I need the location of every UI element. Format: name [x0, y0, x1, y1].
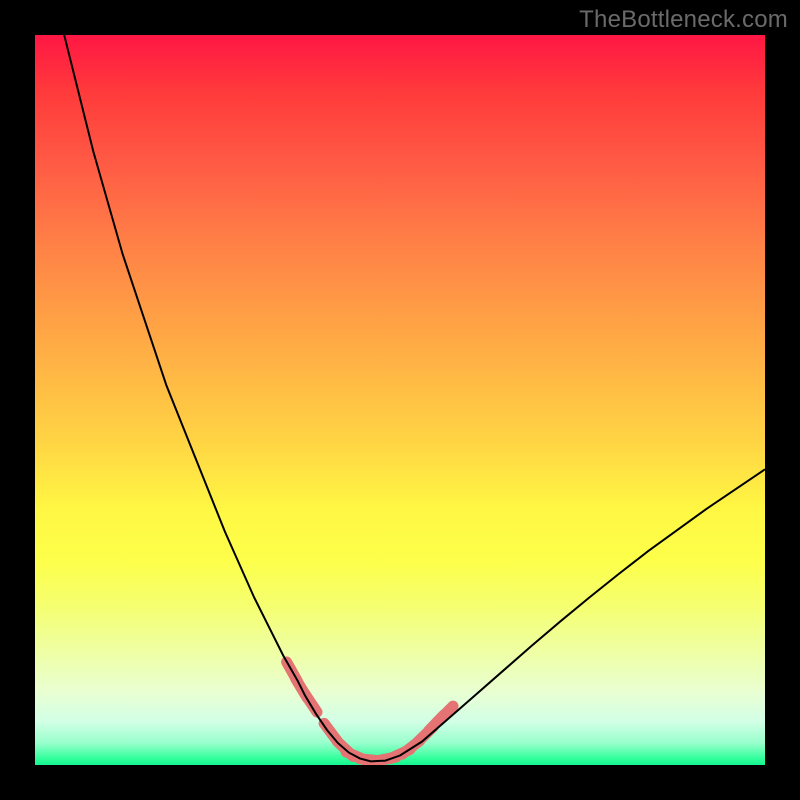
chart-frame: TheBottleneck.com [0, 0, 800, 800]
bottleneck-curve [64, 35, 765, 761]
watermark-text: TheBottleneck.com [579, 6, 788, 34]
curve-overlay [35, 35, 765, 765]
highlight-dash [437, 706, 453, 722]
highlighted-minimum [287, 662, 453, 761]
plot-area [35, 35, 765, 765]
